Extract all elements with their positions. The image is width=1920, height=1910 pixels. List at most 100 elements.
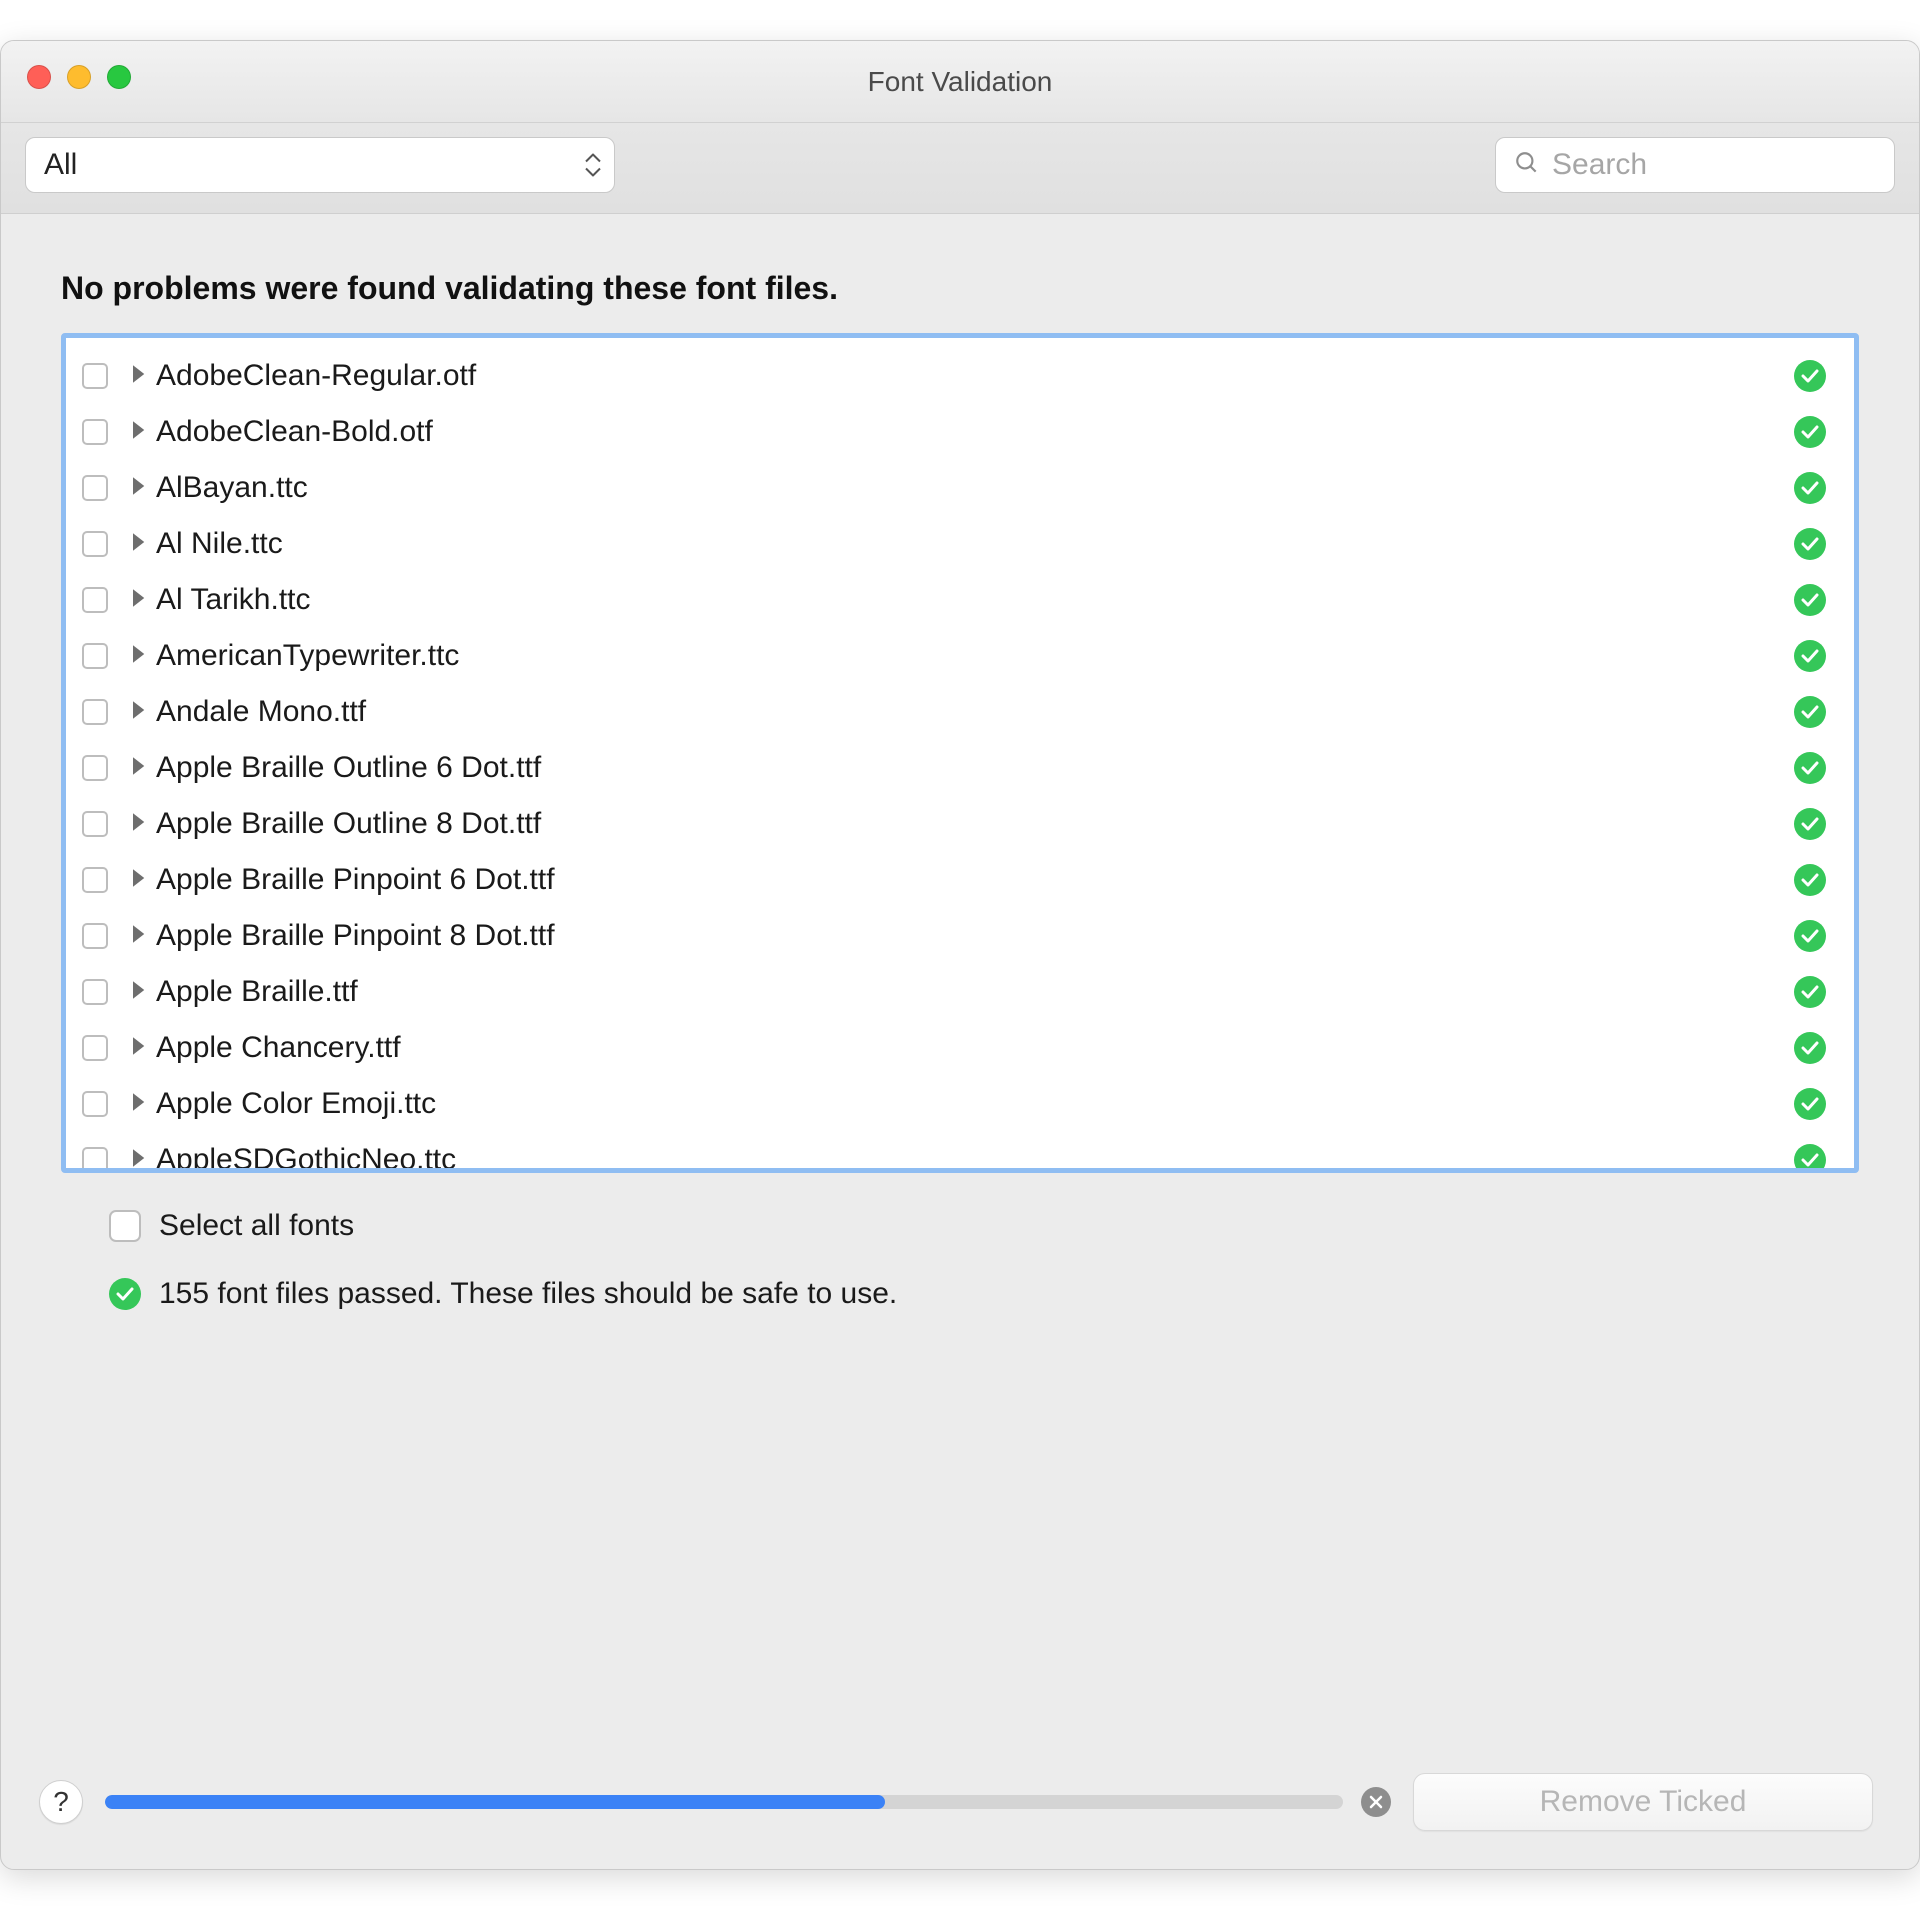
summary-row: 155 font files passed. These files shoul… [109, 1277, 1835, 1311]
disclosure-triangle-icon[interactable] [130, 588, 146, 613]
check-icon [1794, 1144, 1826, 1173]
font-status-icon [1794, 976, 1826, 1008]
font-row-checkbox[interactable] [82, 531, 108, 557]
font-name: Apple Braille Pinpoint 8 Dot.ttf [156, 919, 1794, 953]
font-status-icon [1794, 1144, 1826, 1173]
font-name: Apple Chancery.ttf [156, 1031, 1794, 1065]
font-row-checkbox[interactable] [82, 587, 108, 613]
check-icon [1794, 864, 1826, 896]
summary-text: 155 font files passed. These files shoul… [159, 1277, 897, 1311]
disclosure-triangle-icon[interactable] [130, 868, 146, 893]
font-status-icon [1794, 696, 1826, 728]
font-row[interactable]: Apple Braille Outline 6 Dot.ttf [66, 740, 1854, 796]
font-name: AlBayan.ttc [156, 471, 1794, 505]
disclosure-triangle-icon[interactable] [130, 812, 146, 837]
font-row[interactable]: AppleSDGothicNeo.ttc [66, 1132, 1854, 1173]
font-row-checkbox[interactable] [82, 1147, 108, 1173]
disclosure-triangle-icon[interactable] [130, 476, 146, 501]
font-row-checkbox[interactable] [82, 363, 108, 389]
font-name: AmericanTypewriter.ttc [156, 639, 1794, 673]
font-row-checkbox[interactable] [82, 1091, 108, 1117]
disclosure-triangle-icon[interactable] [130, 532, 146, 557]
font-row-checkbox[interactable] [82, 811, 108, 837]
disclosure-triangle-icon[interactable] [130, 1148, 146, 1173]
font-row-checkbox[interactable] [82, 419, 108, 445]
font-row-checkbox[interactable] [82, 755, 108, 781]
search-input[interactable] [1552, 148, 1876, 182]
filter-select-value: All [44, 148, 77, 182]
font-status-icon [1794, 752, 1826, 784]
check-icon [1794, 752, 1826, 784]
disclosure-triangle-icon[interactable] [130, 756, 146, 781]
remove-ticked-label: Remove Ticked [1540, 1785, 1747, 1819]
font-row[interactable]: Al Nile.ttc [66, 516, 1854, 572]
help-button[interactable]: ? [39, 1780, 83, 1824]
font-row-checkbox[interactable] [82, 643, 108, 669]
font-row-checkbox[interactable] [82, 1035, 108, 1061]
font-status-icon [1794, 1088, 1826, 1120]
font-row[interactable]: Al Tarikh.ttc [66, 572, 1854, 628]
font-name: Apple Braille Outline 8 Dot.ttf [156, 807, 1794, 841]
font-row[interactable]: AdobeClean-Regular.otf [66, 348, 1854, 404]
font-name: Al Tarikh.ttc [156, 583, 1794, 617]
font-status-icon [1794, 584, 1826, 616]
disclosure-triangle-icon[interactable] [130, 420, 146, 445]
disclosure-triangle-icon[interactable] [130, 924, 146, 949]
font-name: Apple Braille.ttf [156, 975, 1794, 1009]
cancel-progress-button[interactable] [1361, 1787, 1391, 1817]
progress-area [105, 1787, 1391, 1817]
font-list[interactable]: AdobeClean-Regular.otf AdobeClean-Bold.ot… [61, 333, 1859, 1173]
font-row-checkbox[interactable] [82, 979, 108, 1005]
font-row-checkbox[interactable] [82, 475, 108, 501]
check-icon [1794, 920, 1826, 952]
footer: ? Remove Ticked [1, 1745, 1919, 1869]
font-status-icon [1794, 416, 1826, 448]
disclosure-triangle-icon[interactable] [130, 1036, 146, 1061]
check-icon [1794, 360, 1826, 392]
disclosure-triangle-icon[interactable] [130, 980, 146, 1005]
font-name: AdobeClean-Regular.otf [156, 359, 1794, 393]
font-name: Apple Braille Outline 6 Dot.ttf [156, 751, 1794, 785]
font-name: Apple Color Emoji.ttc [156, 1087, 1794, 1121]
font-name: AppleSDGothicNeo.ttc [156, 1143, 1794, 1173]
font-status-icon [1794, 808, 1826, 840]
font-status-icon [1794, 920, 1826, 952]
check-icon [1794, 696, 1826, 728]
font-row-checkbox[interactable] [82, 867, 108, 893]
font-status-icon [1794, 864, 1826, 896]
font-row[interactable]: Apple Braille.ttf [66, 964, 1854, 1020]
font-name: Apple Braille Pinpoint 6 Dot.ttf [156, 863, 1794, 897]
disclosure-triangle-icon[interactable] [130, 644, 146, 669]
font-row[interactable]: Apple Chancery.ttf [66, 1020, 1854, 1076]
check-icon [1794, 584, 1826, 616]
search-field[interactable] [1495, 137, 1895, 193]
progress-bar [105, 1795, 1343, 1809]
check-icon [1794, 976, 1826, 1008]
font-row-checkbox[interactable] [82, 923, 108, 949]
font-row[interactable]: AdobeClean-Bold.otf [66, 404, 1854, 460]
font-row[interactable]: AlBayan.ttc [66, 460, 1854, 516]
font-row[interactable]: Apple Braille Pinpoint 8 Dot.ttf [66, 908, 1854, 964]
disclosure-triangle-icon[interactable] [130, 700, 146, 725]
font-status-icon [1794, 360, 1826, 392]
check-icon [1794, 472, 1826, 504]
disclosure-triangle-icon[interactable] [130, 1092, 146, 1117]
font-row[interactable]: Apple Color Emoji.ttc [66, 1076, 1854, 1132]
check-icon [1794, 1032, 1826, 1064]
window-title: Font Validation [1, 41, 1919, 122]
toolbar: All [1, 123, 1919, 214]
font-row[interactable]: Apple Braille Outline 8 Dot.ttf [66, 796, 1854, 852]
font-status-icon [1794, 640, 1826, 672]
below-list-area: Select all fonts 155 font files passed. … [61, 1173, 1859, 1311]
font-row-checkbox[interactable] [82, 699, 108, 725]
check-icon [1794, 1088, 1826, 1120]
select-all-checkbox[interactable] [109, 1210, 141, 1242]
disclosure-triangle-icon[interactable] [130, 364, 146, 389]
select-all-label: Select all fonts [159, 1209, 354, 1243]
content: No problems were found validating these … [1, 214, 1919, 1745]
font-row[interactable]: Andale Mono.ttf [66, 684, 1854, 740]
filter-select[interactable]: All [25, 137, 615, 193]
font-row[interactable]: AmericanTypewriter.ttc [66, 628, 1854, 684]
font-row[interactable]: Apple Braille Pinpoint 6 Dot.ttf [66, 852, 1854, 908]
remove-ticked-button[interactable]: Remove Ticked [1413, 1773, 1873, 1831]
